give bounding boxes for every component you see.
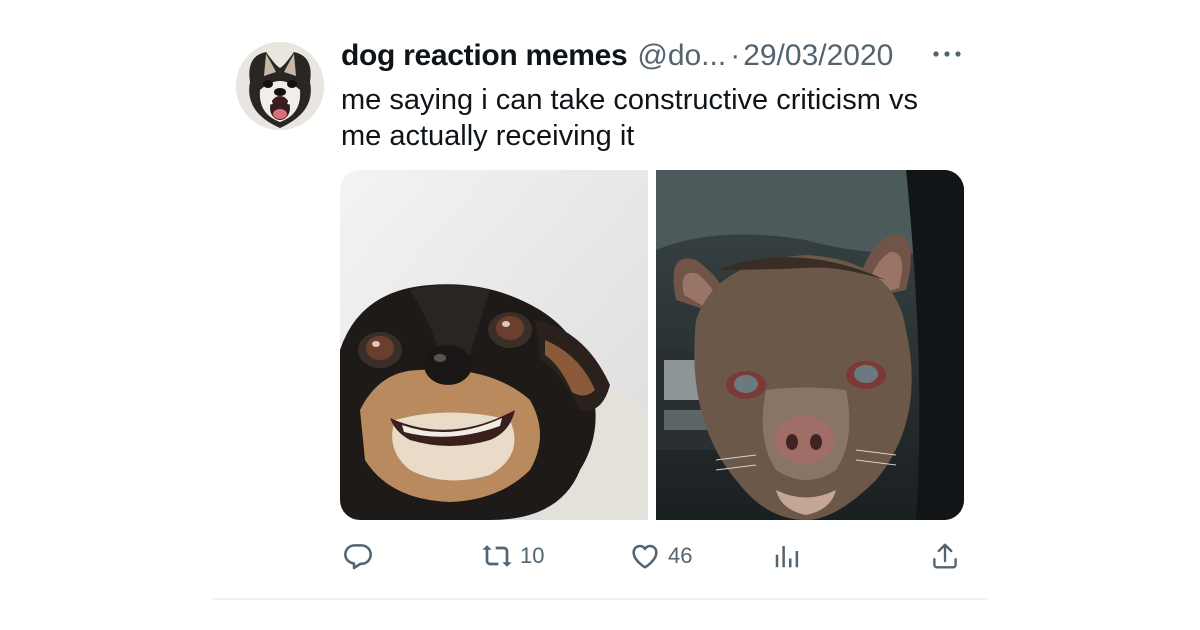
retweet-button[interactable]: 10 (480, 536, 544, 576)
heart-icon (632, 544, 658, 569)
smiling-chihuahua-image (340, 170, 648, 520)
tweet-text: me saying i can take constructive critic… (341, 84, 918, 152)
avatar[interactable] (236, 42, 324, 130)
reply-button[interactable] (342, 536, 374, 576)
separator-dot: · (730, 39, 741, 72)
tweet-header: dog reaction memes @do... · 29/03/2020 (341, 36, 893, 76)
like-button[interactable]: 46 (628, 536, 692, 576)
media-image-right[interactable] (656, 170, 964, 520)
more-options-icon[interactable] (930, 44, 964, 64)
tweet-card[interactable]: dog reaction memes @do... · 29/03/2020 m… (0, 0, 1200, 630)
share-button[interactable] (930, 536, 960, 576)
display-name[interactable]: dog reaction memes (341, 39, 628, 73)
retweet-icon (482, 545, 512, 567)
like-count: 46 (668, 543, 693, 568)
avatar-dog-image (236, 42, 324, 130)
share-icon (933, 543, 957, 569)
views-bar-chart-icon (775, 546, 799, 568)
user-handle[interactable]: @do... (637, 39, 726, 73)
upset-dog-image (656, 170, 964, 520)
reply-icon (344, 544, 372, 570)
divider (212, 598, 988, 600)
media-image-left[interactable] (340, 170, 648, 520)
tweet-date[interactable]: 29/03/2020 (743, 39, 893, 73)
tweet-actions: 10 46 (340, 536, 964, 576)
tweet-media[interactable] (340, 170, 964, 520)
views-button[interactable] (772, 536, 802, 576)
retweet-count: 10 (520, 543, 545, 568)
